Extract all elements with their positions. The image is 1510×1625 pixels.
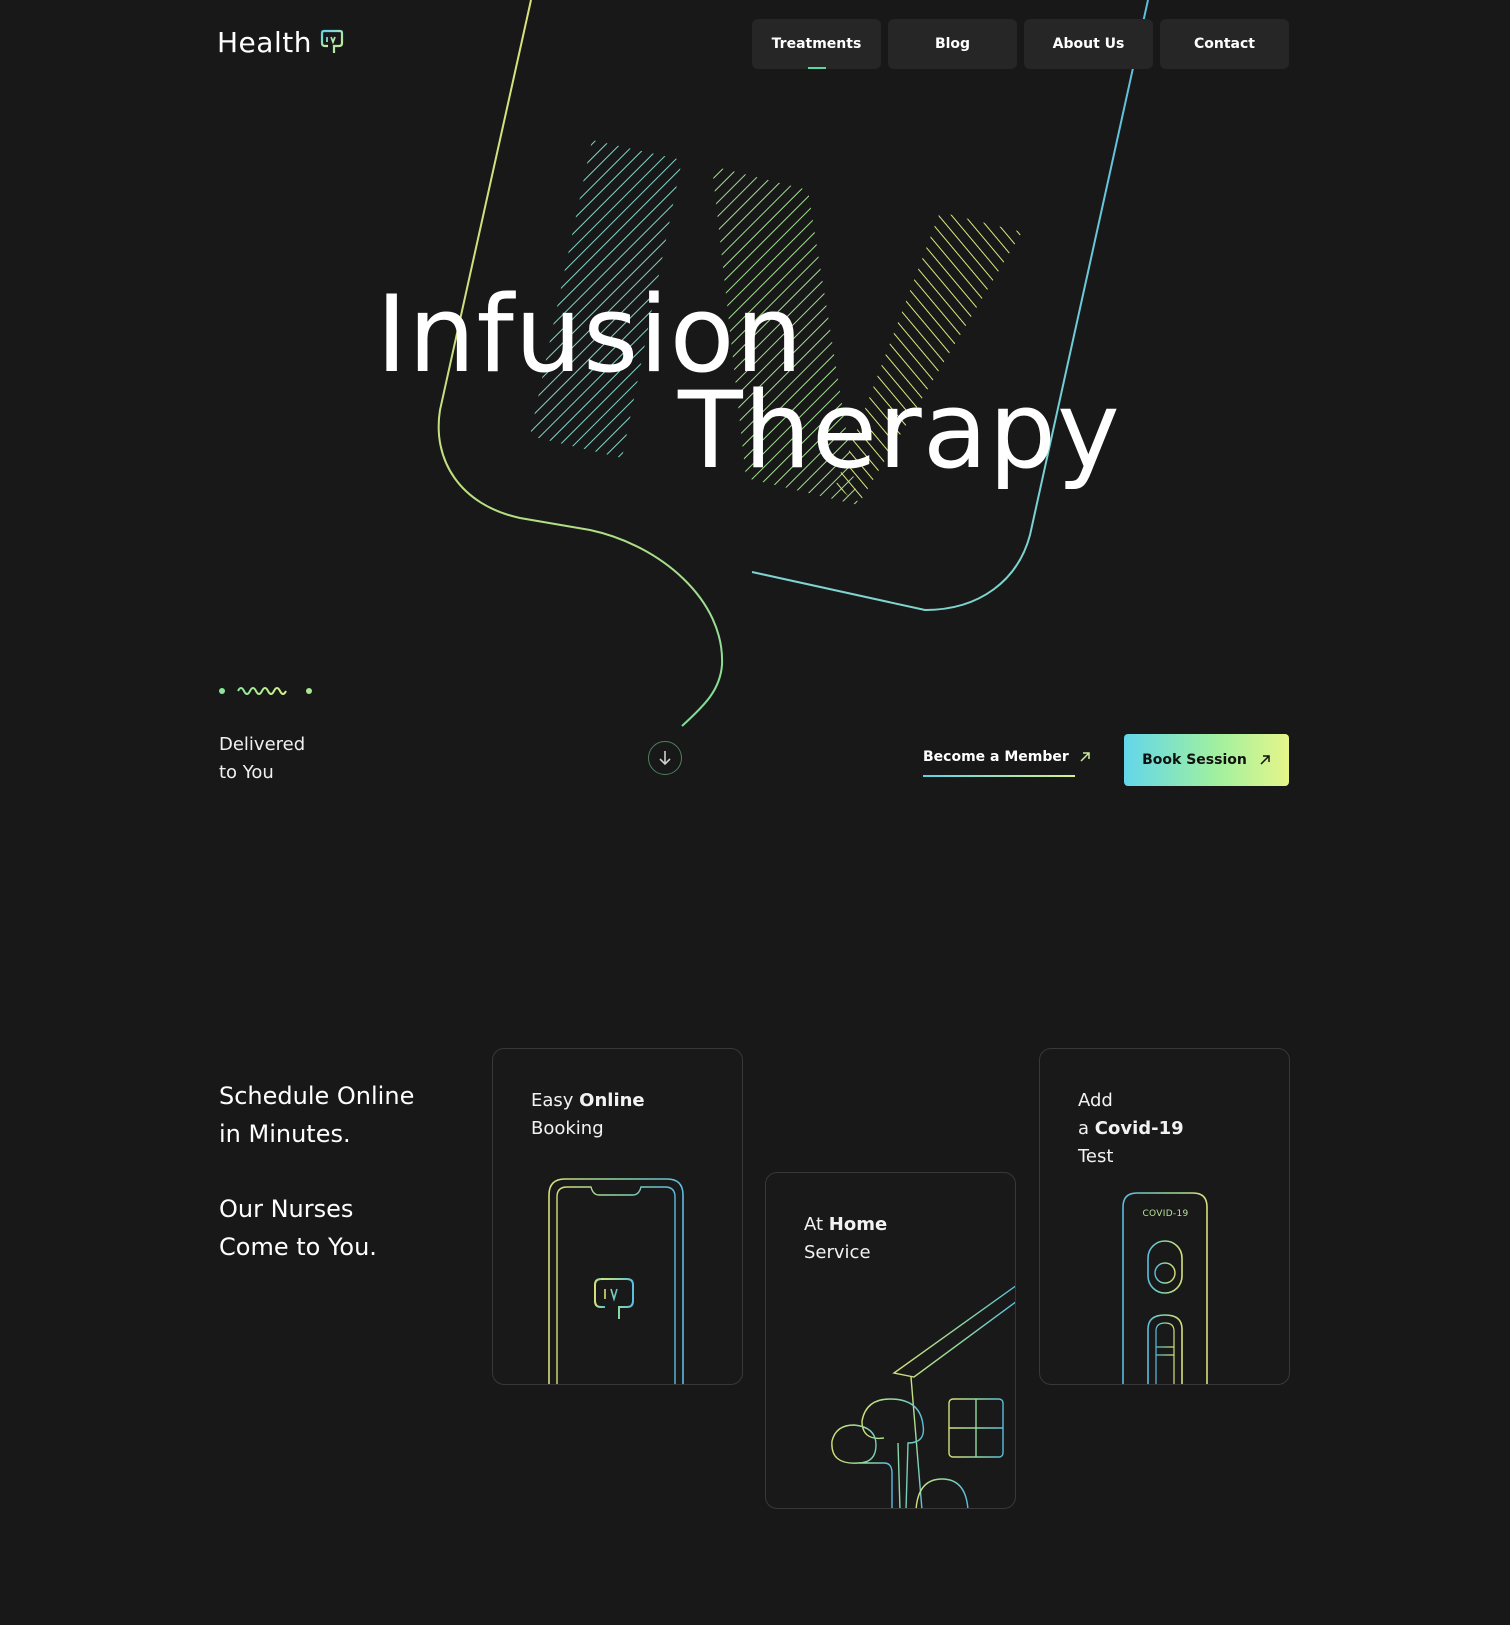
hero-tagline-line2: to You bbox=[219, 762, 274, 783]
schedule-heading: Schedule Online in Minutes. bbox=[219, 1077, 414, 1153]
become-member-label: Become a Member bbox=[923, 749, 1069, 765]
arrow-down-icon bbox=[659, 751, 671, 766]
card2-pre: At bbox=[804, 1214, 829, 1235]
card3-bold: Covid-19 bbox=[1094, 1118, 1184, 1139]
nav-blog-label: Blog bbox=[934, 36, 971, 52]
hero-title-line2: Therapy bbox=[678, 369, 1121, 492]
card3-pre: Add bbox=[1078, 1090, 1113, 1111]
nurses-heading-line2: Come to You. bbox=[219, 1233, 377, 1261]
logo-icon bbox=[320, 29, 344, 53]
card-covid-test[interactable]: COVID-19 Add a Covid-19 Test bbox=[1039, 1048, 1290, 1385]
book-session-button[interactable]: Book Session bbox=[1124, 734, 1289, 786]
schedule-heading-line2: in Minutes. bbox=[219, 1120, 351, 1148]
nav-treatments[interactable]: Treatments bbox=[752, 19, 881, 69]
squiggle-icon bbox=[219, 687, 312, 695]
hero-tagline-line1: Delivered bbox=[219, 734, 306, 755]
arrow-up-right-icon bbox=[1080, 752, 1090, 762]
card1-pre: Easy bbox=[531, 1090, 580, 1111]
main-nav: Treatments Blog About Us Contact bbox=[752, 19, 1289, 69]
card3-mid: a bbox=[1078, 1118, 1095, 1139]
nav-about-us[interactable]: About Us bbox=[1024, 19, 1153, 69]
become-member-underline bbox=[923, 775, 1075, 777]
nav-contact[interactable]: Contact bbox=[1160, 19, 1289, 69]
card3-post: Test bbox=[1078, 1146, 1114, 1167]
card-covid-test-title: Add a Covid-19 Test bbox=[1078, 1087, 1184, 1171]
brand-logo[interactable]: Health bbox=[217, 26, 344, 59]
card1-post: Booking bbox=[531, 1118, 604, 1139]
scroll-down-button[interactable] bbox=[648, 741, 682, 775]
covid-kit-label: COVID-19 bbox=[1142, 1209, 1189, 1219]
nav-blog[interactable]: Blog bbox=[888, 19, 1017, 69]
schedule-heading-line1: Schedule Online bbox=[219, 1082, 415, 1110]
become-member-link[interactable]: Become a Member bbox=[923, 749, 1091, 773]
book-session-label: Book Session bbox=[1142, 752, 1247, 768]
card-home-service[interactable]: At Home Service bbox=[765, 1172, 1016, 1509]
hero-tagline: Delivered to You bbox=[219, 731, 305, 787]
brand-name: Health bbox=[217, 26, 312, 59]
nurses-heading-line1: Our Nurses bbox=[219, 1195, 354, 1223]
card1-bold: Online bbox=[579, 1090, 645, 1111]
card-online-booking-title: Easy Online Booking bbox=[531, 1087, 645, 1143]
card2-bold: Home bbox=[828, 1214, 888, 1235]
card-online-booking[interactable]: Easy Online Booking bbox=[492, 1048, 743, 1385]
nav-active-indicator bbox=[807, 67, 826, 69]
arrow-up-right-icon bbox=[1260, 755, 1270, 765]
nav-contact-label: Contact bbox=[1194, 36, 1255, 52]
nav-treatments-label: Treatments bbox=[771, 36, 862, 52]
card2-post: Service bbox=[804, 1242, 871, 1263]
card-home-service-title: At Home Service bbox=[804, 1211, 887, 1267]
nav-about-us-label: About Us bbox=[1052, 36, 1125, 52]
nurses-heading: Our Nurses Come to You. bbox=[219, 1190, 377, 1266]
